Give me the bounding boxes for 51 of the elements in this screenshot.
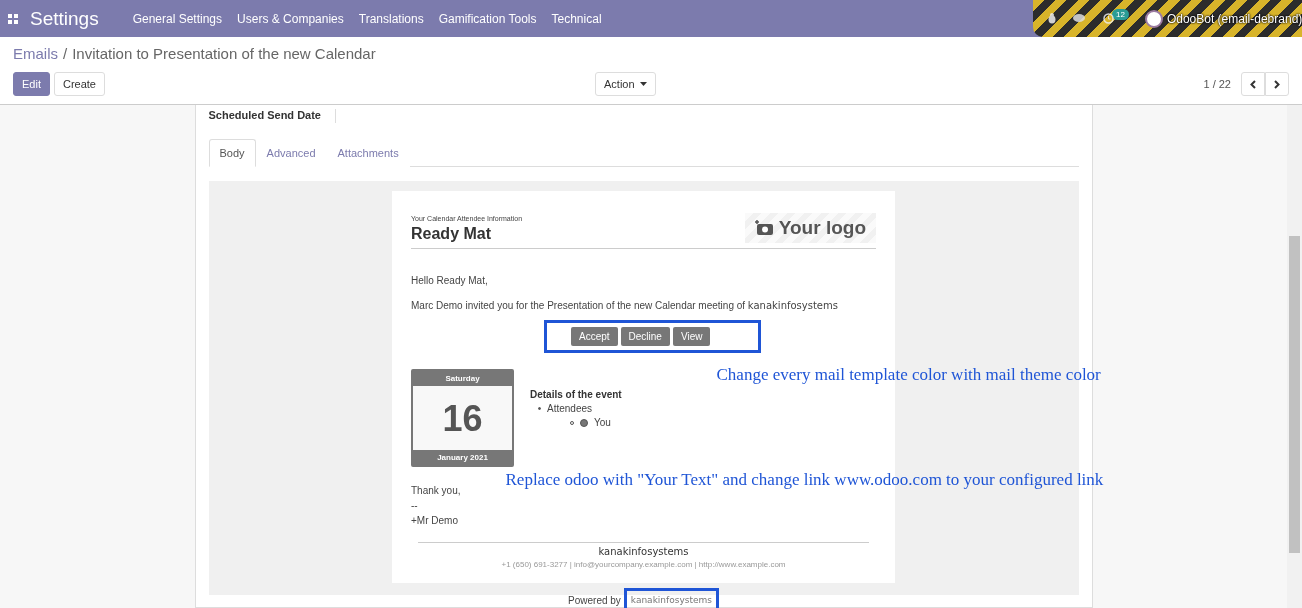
email-action-button[interactable]: View: [672, 327, 711, 346]
powered-by-company: kanakinfosystems: [623, 588, 719, 608]
footer-company: kanakinfosystems: [597, 546, 690, 557]
menu-item[interactable]: Gamification Tools: [438, 11, 537, 26]
email-action-button[interactable]: Accept: [571, 327, 618, 346]
chevron-right-icon: [1274, 79, 1280, 89]
previous-button[interactable]: [1241, 72, 1265, 96]
signature-line: +Mr Demo: [411, 514, 458, 528]
powered-by-label: Powered by: [568, 595, 621, 606]
app-title: Settings: [30, 7, 99, 30]
menu-item[interactable]: Technical: [551, 11, 602, 26]
signature-line: Thank you,: [411, 484, 461, 498]
apps-menu-icon[interactable]: [8, 13, 18, 24]
edit-button[interactable]: Edit: [13, 72, 50, 96]
recipient-name: Ready Mat: [411, 225, 493, 243]
field-label: Scheduled Send Date: [208, 109, 336, 123]
attendee-name: You: [594, 417, 611, 428]
day-number: 16: [413, 386, 512, 450]
action-button[interactable]: Action: [595, 72, 656, 96]
annotation-text: Replace odoo with "Your Text" and change link www.odoo.com to your configured link: [505, 470, 1104, 490]
invitation-text: Marc Demo invited you for the Presentation of the new Calendar meeting of kanakinfosystems: [411, 300, 839, 311]
breadcrumb-link[interactable]: Emails: [13, 45, 58, 62]
tab[interactable]: Body: [208, 139, 256, 167]
status-dot-icon: [580, 418, 588, 427]
breadcrumb-separator: /: [63, 45, 68, 62]
details-title: Details of the event: [530, 389, 622, 400]
create-button[interactable]: Create: [53, 72, 105, 96]
pager-counter: 1 / 22: [1203, 78, 1231, 90]
footer-contacts: +1 (650) 691-3277 | info@yourcompany.example.com | http://www.example.com: [500, 560, 787, 569]
chevron-left-icon: [1250, 79, 1256, 89]
camera-icon: [754, 220, 773, 236]
annotation-text: Change every mail template color with mail theme color: [716, 365, 1101, 385]
activity-count-badge: 12: [1112, 9, 1129, 20]
bullet-icon: [570, 420, 574, 425]
weekday: Saturday: [413, 371, 512, 386]
attendees-label: Attendees: [547, 403, 593, 414]
next-button[interactable]: [1265, 72, 1289, 96]
menu-item[interactable]: General Settings: [132, 11, 223, 26]
caret-icon: [639, 82, 647, 86]
logo-text: Your logo: [778, 217, 866, 239]
clock-icon[interactable]: [1103, 13, 1114, 24]
avatar-icon: [1144, 9, 1163, 28]
menu-item[interactable]: Users & Companies: [237, 11, 344, 26]
greeting: Hello Ready Mat,: [411, 275, 489, 286]
signature-line: --: [411, 499, 418, 513]
menu-item[interactable]: Translations: [358, 11, 424, 26]
bullet-icon: [538, 407, 541, 410]
month-year: January 2021: [413, 450, 512, 465]
breadcrumb-current: Invitation to Presentation of the new Calendar: [72, 45, 376, 62]
email-action-button[interactable]: Decline: [620, 327, 670, 346]
chat-icon[interactable]: [1073, 13, 1087, 24]
